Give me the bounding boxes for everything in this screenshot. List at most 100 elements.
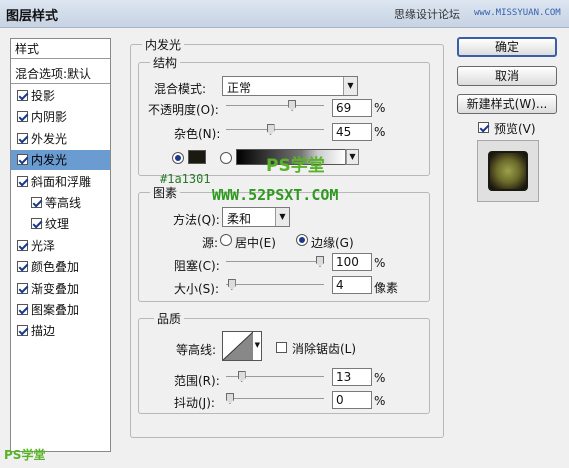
style-item[interactable]: 投影 bbox=[11, 86, 110, 106]
noise-unit: % bbox=[374, 125, 386, 139]
style-item[interactable]: 斜面和浮雕 bbox=[11, 172, 110, 192]
method-value: 柔和 bbox=[227, 212, 252, 226]
range-label: 范围(R): bbox=[174, 374, 220, 388]
size-label: 大小(S): bbox=[174, 282, 220, 296]
style-item-checkbox[interactable] bbox=[17, 304, 28, 315]
blend-mode-select[interactable]: 正常 ▼ bbox=[222, 76, 358, 96]
jitter-input[interactable]: 0 bbox=[332, 391, 372, 409]
style-item[interactable]: 光泽 bbox=[11, 236, 110, 256]
slider-track bbox=[226, 105, 324, 106]
range-slider[interactable] bbox=[226, 370, 324, 384]
choke-slider[interactable] bbox=[226, 255, 324, 269]
style-item-checkbox[interactable] bbox=[17, 90, 28, 101]
contour-label: 等高线: bbox=[176, 343, 217, 357]
style-item-label: 纹理 bbox=[45, 217, 70, 232]
style-item[interactable]: 外发光 bbox=[11, 129, 110, 149]
source-edge-radio[interactable] bbox=[296, 234, 308, 246]
slider-knob[interactable] bbox=[288, 100, 297, 111]
style-item-checkbox[interactable] bbox=[17, 111, 28, 123]
slider-knob[interactable] bbox=[316, 256, 324, 267]
style-item-label: 外发光 bbox=[31, 131, 68, 146]
slider-knob[interactable] bbox=[226, 393, 234, 404]
style-item-label: 内阴影 bbox=[31, 110, 68, 125]
size-slider[interactable] bbox=[226, 278, 324, 292]
style-item[interactable]: 内阴影 bbox=[11, 107, 110, 127]
noise-slider[interactable] bbox=[226, 123, 324, 137]
style-item[interactable]: 渐变叠加 bbox=[11, 279, 110, 299]
source-edge-label[interactable]: 边缘(G) bbox=[311, 234, 354, 251]
blending-options-item[interactable]: 混合选项:默认 bbox=[11, 64, 110, 84]
gradient-radio[interactable] bbox=[220, 152, 232, 164]
contour-picker[interactable]: ▼ bbox=[222, 331, 262, 361]
glow-color-swatch[interactable] bbox=[188, 150, 206, 164]
slider-track bbox=[226, 398, 324, 399]
opacity-slider[interactable] bbox=[226, 99, 324, 113]
jitter-label: 抖动(J): bbox=[174, 396, 215, 410]
style-item-label: 图案叠加 bbox=[31, 303, 80, 317]
style-item-checkbox[interactable] bbox=[17, 282, 28, 294]
jitter-slider[interactable] bbox=[226, 392, 324, 406]
title-bar: 图层样式 思缘设计论坛 www.MISSYUAN.COM bbox=[0, 0, 569, 28]
source-center-radio[interactable] bbox=[220, 234, 232, 246]
style-item-checkbox[interactable] bbox=[17, 132, 28, 144]
styles-list: 样式 混合选项:默认 投影内阴影外发光内发光斜面和浮雕 等高线纹理光泽 颜色叠加 渐变… bbox=[10, 38, 111, 452]
preview-label[interactable]: 预览(V) bbox=[494, 120, 536, 137]
style-item-checkbox[interactable] bbox=[17, 261, 28, 273]
watermark-cn: 思缘设计论坛 bbox=[394, 8, 460, 21]
gradient-dropdown[interactable]: ▼ bbox=[345, 149, 359, 165]
method-select[interactable]: 柔和 ▼ bbox=[222, 207, 290, 227]
source-center-label[interactable]: 居中(E) bbox=[235, 234, 276, 251]
slider-track bbox=[226, 129, 324, 130]
style-item-label: 投影 bbox=[31, 89, 56, 103]
antialias-label[interactable]: 消除锯齿(L) bbox=[292, 340, 356, 357]
watermark-hex: #1a1301 bbox=[160, 172, 211, 186]
style-item-checkbox[interactable] bbox=[17, 239, 28, 251]
style-item[interactable]: 内发光 bbox=[11, 150, 110, 171]
contour-curve-icon bbox=[223, 332, 253, 360]
watermark-url: www.MISSYUAN.COM bbox=[474, 8, 561, 18]
elements-title: 图素 bbox=[150, 184, 181, 201]
slider-knob[interactable] bbox=[237, 371, 246, 382]
method-label: 方法(Q): bbox=[173, 213, 220, 227]
source-label: 源: bbox=[202, 236, 219, 250]
chevron-down-icon: ▼ bbox=[343, 77, 357, 95]
choke-input[interactable]: 100 bbox=[332, 253, 372, 271]
antialias-checkbox[interactable] bbox=[276, 342, 287, 353]
new-style-button[interactable]: 新建样式(W)... bbox=[457, 94, 557, 114]
slider-knob[interactable] bbox=[266, 124, 275, 135]
styles-header[interactable]: 样式 bbox=[11, 39, 110, 59]
ok-button[interactable]: 确定 bbox=[457, 37, 557, 57]
style-item-checkbox[interactable] bbox=[31, 218, 42, 230]
slider-track bbox=[226, 261, 324, 262]
style-item[interactable]: 颜色叠加 bbox=[11, 257, 110, 277]
structure-title: 结构 bbox=[150, 54, 181, 71]
color-radio[interactable] bbox=[172, 152, 184, 164]
jitter-unit: % bbox=[374, 394, 386, 408]
range-input[interactable]: 13 bbox=[332, 368, 372, 386]
range-unit: % bbox=[374, 371, 386, 385]
opacity-label: 不透明度(O): bbox=[148, 103, 219, 117]
slider-knob[interactable] bbox=[227, 279, 236, 290]
choke-unit: % bbox=[374, 256, 386, 270]
watermark-bottom: PS学堂 bbox=[4, 448, 46, 462]
style-item[interactable]: 描边 bbox=[11, 321, 110, 341]
style-item[interactable]: 图案叠加 bbox=[11, 300, 110, 320]
chevron-down-icon: ▼ bbox=[346, 150, 358, 164]
watermark-ps-logo: PS学堂 bbox=[266, 156, 325, 176]
style-item-checkbox[interactable] bbox=[17, 325, 28, 337]
style-item-checkbox[interactable] bbox=[31, 197, 42, 208]
style-item[interactable]: 等高线 bbox=[11, 193, 110, 213]
opacity-unit: % bbox=[374, 101, 386, 115]
preview-checkbox[interactable] bbox=[478, 122, 489, 133]
cancel-button[interactable]: 取消 bbox=[457, 66, 557, 86]
style-item-label: 内发光 bbox=[31, 153, 68, 168]
style-item-checkbox[interactable] bbox=[17, 175, 28, 187]
noise-input[interactable]: 45 bbox=[332, 123, 372, 141]
quality-title: 品质 bbox=[154, 310, 185, 327]
noise-label: 杂色(N): bbox=[174, 127, 221, 141]
opacity-input[interactable]: 69 bbox=[332, 99, 372, 117]
style-item-checkbox[interactable] bbox=[17, 154, 28, 166]
size-input[interactable]: 4 bbox=[332, 276, 372, 294]
style-item[interactable]: 纹理 bbox=[11, 214, 110, 234]
preview-thumbnail bbox=[488, 151, 528, 191]
